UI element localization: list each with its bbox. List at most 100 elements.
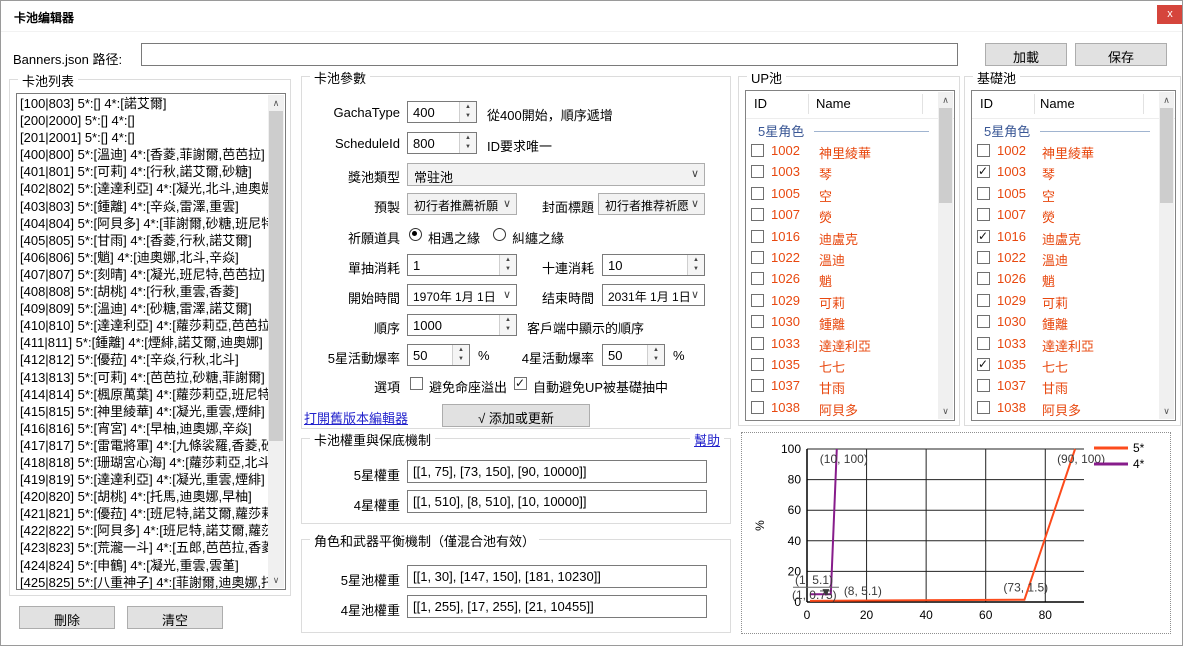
row-checkbox[interactable]: [977, 315, 990, 328]
row-checkbox[interactable]: [977, 358, 990, 371]
list-item[interactable]: [201|2001] 5*:[] 4*:[]: [17, 129, 268, 146]
row-checkbox[interactable]: [751, 165, 764, 178]
list-item[interactable]: [421|821] 5*:[優菈] 4*:[班尼特,諾艾爾,蘿莎莉亞]: [17, 505, 268, 522]
row-checkbox[interactable]: [977, 187, 990, 200]
delete-button[interactable]: 刪除: [19, 606, 115, 629]
row-checkbox[interactable]: [751, 208, 764, 221]
scroll-up-icon[interactable]: ∧: [1159, 92, 1174, 108]
list-item[interactable]: [419|819] 5*:[達達利亞] 4*:[凝光,重雲,煙緋]: [17, 471, 268, 488]
weight5-input[interactable]: [[1, 75], [73, 150], [90, 10000]]: [407, 460, 707, 483]
list-item[interactable]: [403|803] 5*:[鍾離] 4*:[辛焱,雷澤,重雲]: [17, 198, 268, 215]
spin-up-icon[interactable]: ▲: [453, 345, 469, 355]
radio-meet-fate[interactable]: [409, 228, 422, 241]
load-button[interactable]: 加載: [985, 43, 1067, 66]
spin-up-icon[interactable]: ▲: [688, 255, 704, 265]
row-checkbox[interactable]: [977, 144, 990, 157]
radio-intertwined-fate-label[interactable]: 糾纏之緣: [512, 228, 564, 247]
row-checkbox[interactable]: [751, 401, 764, 414]
rate5-spinner[interactable]: 50 ▲▼: [407, 344, 470, 366]
single-cost-spinner[interactable]: 1 ▲▼: [407, 254, 517, 276]
spin-down-icon[interactable]: ▼: [460, 143, 476, 153]
cover-title-select[interactable]: 初行者推荐祈愿∨: [598, 193, 705, 215]
spin-down-icon[interactable]: ▼: [648, 355, 664, 365]
row-checkbox[interactable]: [751, 315, 764, 328]
option-avoid-constellation-checkbox[interactable]: [410, 377, 423, 390]
base-pool-scrollbar[interactable]: ∧ ∨: [1159, 92, 1174, 419]
spin-up-icon[interactable]: ▲: [648, 345, 664, 355]
help-link[interactable]: 幫助: [690, 430, 724, 449]
pool-type-select[interactable]: 常驻池∨: [407, 163, 705, 186]
start-time-picker[interactable]: 1970年 1月 1日∨: [407, 284, 517, 306]
scroll-down-icon[interactable]: ∨: [1159, 403, 1174, 419]
spin-down-icon[interactable]: ▼: [688, 265, 704, 275]
scroll-down-icon[interactable]: ∨: [938, 403, 953, 419]
list-item[interactable]: [424|824] 5*:[申鶴] 4*:[凝光,重雲,雲堇]: [17, 557, 268, 574]
list-item[interactable]: [411|811] 5*:[鍾離] 4*:[煙緋,諾艾爾,迪奧娜]: [17, 334, 268, 351]
add-or-update-button[interactable]: √ 添加或更新: [442, 404, 590, 427]
clear-button[interactable]: 清空: [127, 606, 223, 629]
list-item[interactable]: [410|810] 5*:[達達利亞] 4*:[蘿莎莉亞,芭芭拉,菲謝爾]: [17, 317, 268, 334]
spin-down-icon[interactable]: ▼: [500, 265, 516, 275]
scrollbar-thumb[interactable]: [1160, 108, 1173, 203]
gachatype-spinner[interactable]: 400 ▲▼: [407, 101, 477, 123]
rate4-spinner[interactable]: 50 ▲▼: [602, 344, 665, 366]
weight4-input[interactable]: [[1, 510], [8, 510], [10, 10000]]: [407, 490, 707, 513]
spin-up-icon[interactable]: ▲: [500, 315, 516, 325]
row-checkbox[interactable]: [977, 251, 990, 264]
order-spinner[interactable]: 1000 ▲▼: [407, 314, 517, 336]
up-pool-scrollbar[interactable]: ∧ ∨: [938, 92, 953, 419]
open-old-editor-link[interactable]: 打開舊版本編輯器: [304, 408, 408, 427]
row-checkbox[interactable]: [751, 379, 764, 392]
list-item[interactable]: [408|808] 5*:[胡桃] 4*:[行秋,重雲,香菱]: [17, 283, 268, 300]
row-checkbox[interactable]: [977, 208, 990, 221]
list-item[interactable]: [415|815] 5*:[神里綾華] 4*:[凝光,重雲,煙緋]: [17, 403, 268, 420]
row-checkbox[interactable]: [751, 294, 764, 307]
scroll-up-icon[interactable]: ∧: [938, 92, 953, 108]
row-checkbox[interactable]: [977, 272, 990, 285]
row-checkbox[interactable]: [751, 230, 764, 243]
list-item[interactable]: [413|813] 5*:[可莉] 4*:[芭芭拉,砂糖,菲謝爾]: [17, 369, 268, 386]
list-item[interactable]: [100|803] 5*:[] 4*:[諾艾爾]: [17, 95, 268, 112]
list-item[interactable]: [404|804] 5*:[阿貝多] 4*:[菲謝爾,砂糖,班尼特]: [17, 215, 268, 232]
list-item[interactable]: [416|816] 5*:[宵宮] 4*:[早柚,迪奧娜,辛焱]: [17, 420, 268, 437]
option-auto-avoid-up-checkbox[interactable]: [514, 377, 527, 390]
list-item[interactable]: [414|814] 5*:[楓原萬葉] 4*:[蘿莎莉亞,班尼特,雷澤]: [17, 386, 268, 403]
row-checkbox[interactable]: [751, 358, 764, 371]
row-checkbox[interactable]: [977, 379, 990, 392]
row-checkbox[interactable]: [751, 337, 764, 350]
pool-weight4-input[interactable]: [[1, 255], [17, 255], [21, 10455]]: [407, 595, 707, 618]
row-checkbox[interactable]: [977, 165, 990, 178]
spin-down-icon[interactable]: ▼: [460, 112, 476, 122]
list-item[interactable]: [407|807] 5*:[刻晴] 4*:[凝光,班尼特,芭芭拉]: [17, 266, 268, 283]
list-item[interactable]: [417|817] 5*:[雷電將軍] 4*:[九條裟羅,香菱,砂糖]: [17, 437, 268, 454]
list-item[interactable]: [420|820] 5*:[胡桃] 4*:[托馬,迪奧娜,早柚]: [17, 488, 268, 505]
list-item[interactable]: [425|825] 5*:[八重神子] 4*:[菲謝爾,迪奧娜,托馬]: [17, 574, 268, 589]
row-checkbox[interactable]: [751, 187, 764, 200]
row-checkbox[interactable]: [751, 144, 764, 157]
option-avoid-constellation-label[interactable]: 避免命座溢出: [429, 377, 507, 396]
row-checkbox[interactable]: [977, 294, 990, 307]
scrollbar-thumb[interactable]: [269, 111, 283, 441]
spin-down-icon[interactable]: ▼: [453, 355, 469, 365]
list-item[interactable]: [200|2000] 5*:[] 4*:[]: [17, 112, 268, 129]
list-item[interactable]: [402|802] 5*:[達達利亞] 4*:[凝光,北斗,迪奧娜]: [17, 180, 268, 197]
row-checkbox[interactable]: [977, 401, 990, 414]
spin-up-icon[interactable]: ▲: [460, 102, 476, 112]
list-item[interactable]: [409|809] 5*:[溫迪] 4*:[砂糖,雷澤,諾艾爾]: [17, 300, 268, 317]
row-checkbox[interactable]: [977, 230, 990, 243]
preset-select[interactable]: 初行者推薦祈願∨: [407, 193, 517, 215]
list-item[interactable]: [401|801] 5*:[可莉] 4*:[行秋,諾艾爾,砂糖]: [17, 163, 268, 180]
list-item[interactable]: [405|805] 5*:[甘雨] 4*:[香菱,行秋,諾艾爾]: [17, 232, 268, 249]
pool-list-scrollbar[interactable]: ∧ ∨: [268, 95, 284, 588]
list-item[interactable]: [406|806] 5*:[魈] 4*:[迪奧娜,北斗,辛焱]: [17, 249, 268, 266]
list-item[interactable]: [412|812] 5*:[優菈] 4*:[辛焱,行秋,北斗]: [17, 351, 268, 368]
scroll-down-icon[interactable]: ∨: [268, 572, 284, 588]
row-checkbox[interactable]: [977, 337, 990, 350]
ten-cost-spinner[interactable]: 10 ▲▼: [602, 254, 705, 276]
scheduleid-spinner[interactable]: 800 ▲▼: [407, 132, 477, 154]
option-auto-avoid-up-label[interactable]: 自動避免UP被基礎抽中: [533, 377, 668, 396]
list-item[interactable]: [418|818] 5*:[珊瑚宮心海] 4*:[蘿莎莉亞,北斗,行秋]: [17, 454, 268, 471]
radio-meet-fate-label[interactable]: 相遇之緣: [428, 228, 480, 247]
spin-down-icon[interactable]: ▼: [500, 325, 516, 335]
list-item[interactable]: [423|823] 5*:[荒瀧一斗] 4*:[五郎,芭芭拉,香菱]: [17, 539, 268, 556]
